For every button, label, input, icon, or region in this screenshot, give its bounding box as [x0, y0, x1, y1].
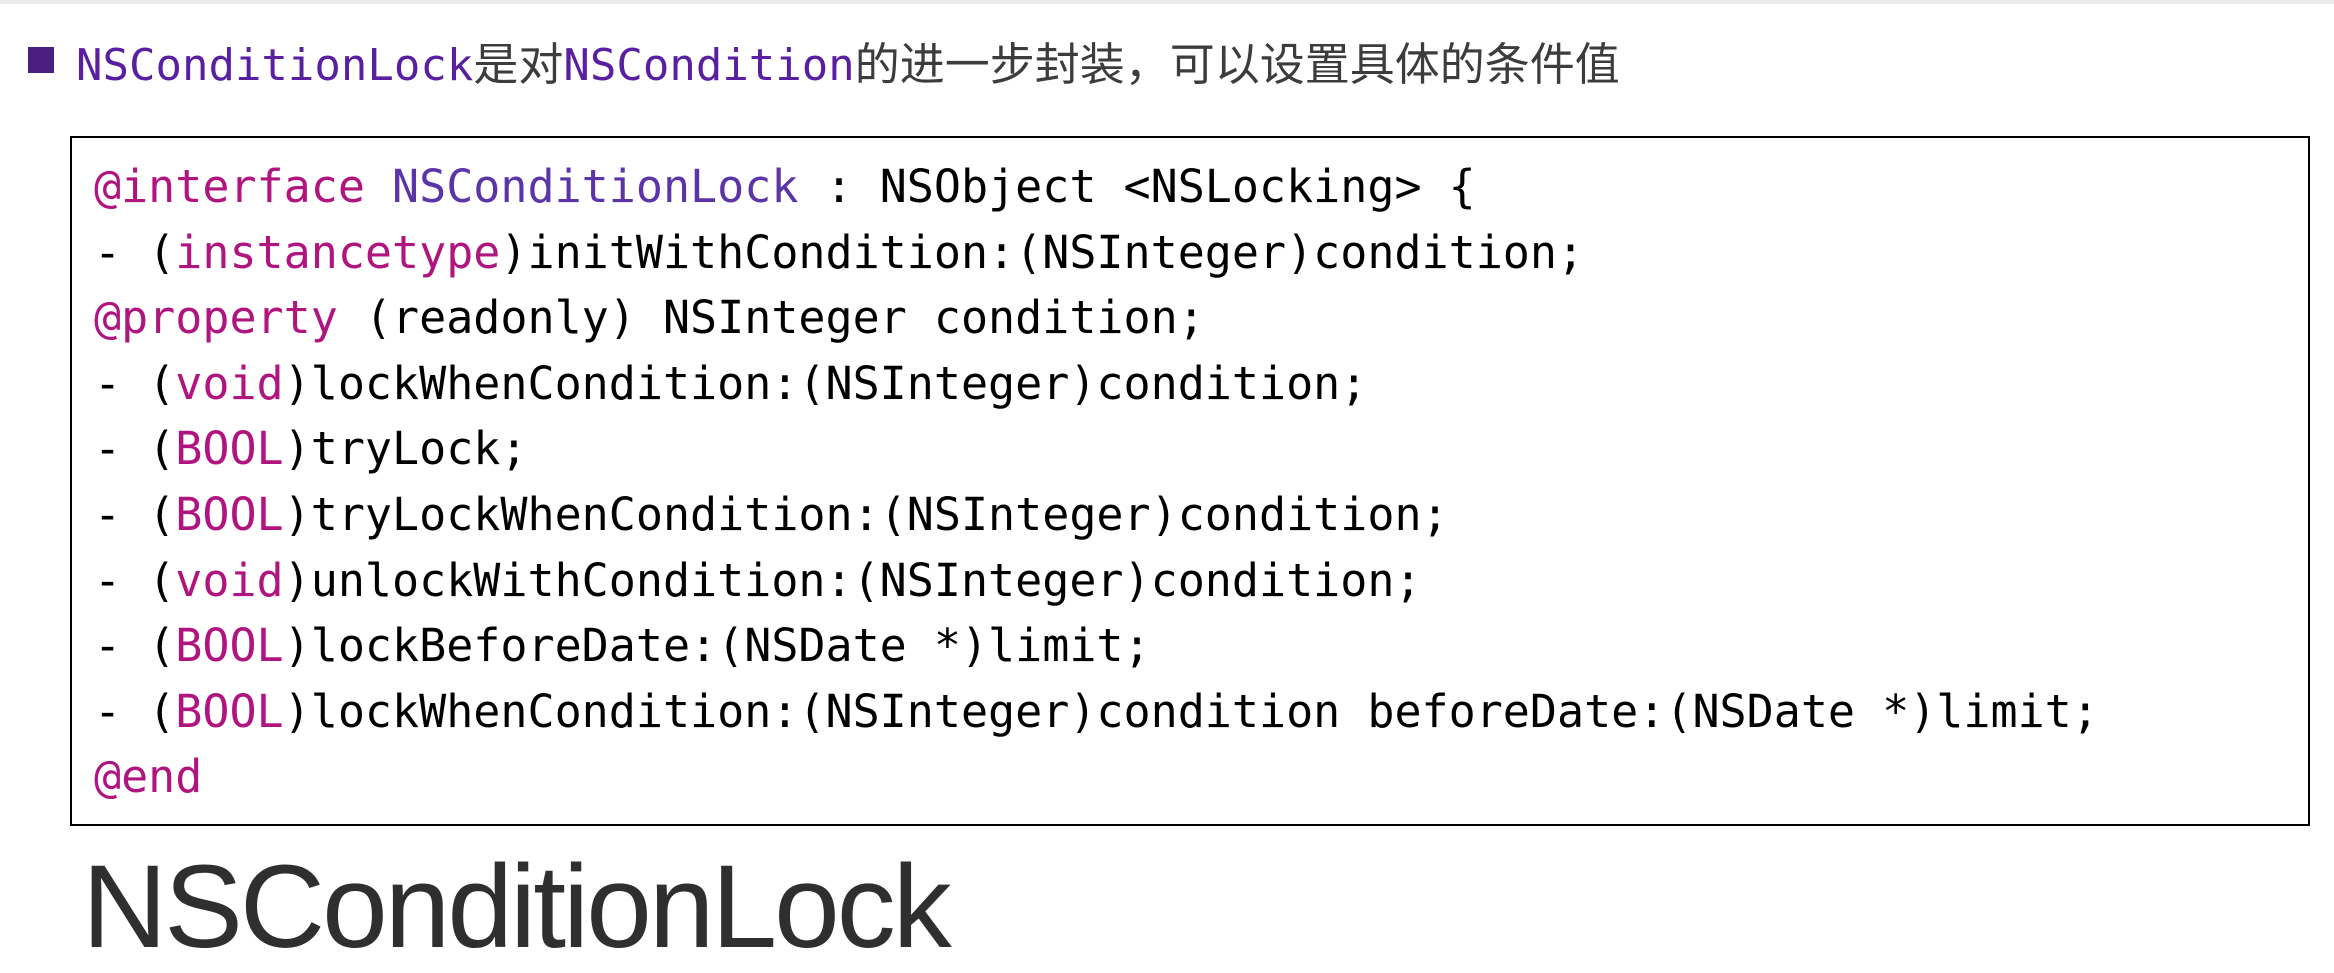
code-text: - ( — [94, 422, 176, 476]
bullet-text-segment: 的进一步封装，可以设置具体的条件值 — [854, 37, 1620, 91]
code-text: )tryLockWhenCondition:(NSInteger)conditi… — [283, 487, 1449, 541]
code-text: )unlockWithCondition:(NSInteger)conditio… — [283, 553, 1422, 607]
code-line: - (void)unlockWithCondition:(NSInteger)c… — [94, 548, 2099, 614]
bullet-term-nsconditionlock: NSConditionLock — [76, 39, 474, 91]
code-keyword: void — [175, 553, 284, 607]
code-keyword: instancetype — [175, 225, 501, 279]
code-listing: @interface NSConditionLock : NSObject <N… — [94, 154, 2099, 810]
bullet-text-segment: 是对 — [473, 37, 564, 91]
code-text: )lockBeforeDate:(NSDate *)limit; — [283, 619, 1151, 673]
code-text: (readonly) NSInteger condition; — [337, 291, 1205, 345]
code-line: @property (readonly) NSInteger condition… — [94, 285, 2099, 351]
code-text: )initWithCondition:(NSInteger)condition; — [500, 225, 1585, 279]
code-keyword: void — [175, 356, 284, 410]
code-line: - (BOOL)lockWhenCondition:(NSInteger)con… — [94, 679, 2099, 745]
code-text: )lockWhenCondition:(NSInteger)condition; — [283, 356, 1368, 410]
code-text: : NSObject <NSLocking> { — [798, 160, 1476, 213]
code-class-name: NSConditionLock — [392, 160, 799, 213]
code-text: )tryLock; — [283, 422, 528, 476]
code-line: @end — [94, 744, 2099, 810]
code-line: - (instancetype)initWithCondition:(NSInt… — [94, 220, 2099, 286]
bullet-point: NSConditionLock是对NSCondition的进一步封装，可以设置具… — [28, 28, 1620, 92]
code-text: - ( — [94, 487, 176, 541]
top-rule — [0, 0, 2334, 4]
code-text: - ( — [94, 619, 176, 673]
code-line: - (void)lockWhenCondition:(NSInteger)con… — [94, 351, 2099, 417]
code-text: - ( — [94, 356, 176, 410]
code-text: - ( — [94, 684, 176, 738]
page-title: NSConditionLock — [82, 841, 952, 973]
code-line: - (BOOL)lockBeforeDate:(NSDate *)limit; — [94, 613, 2099, 679]
code-keyword: BOOL — [175, 684, 284, 738]
code-text: - ( — [94, 225, 176, 279]
code-text: )lockWhenCondition:(NSInteger)condition … — [283, 684, 2099, 738]
code-line: - (BOOL)tryLock; — [94, 416, 2099, 482]
bullet-term-nscondition: NSCondition — [563, 39, 855, 91]
code-keyword: BOOL — [175, 422, 284, 476]
code-text: - ( — [94, 553, 176, 607]
code-keyword: BOOL — [175, 487, 284, 541]
bullet-text: NSConditionLock是对NSCondition的进一步封装，可以设置具… — [76, 28, 1620, 93]
code-keyword: @end — [94, 750, 203, 804]
code-keyword: @property — [94, 291, 338, 345]
square-bullet-icon — [28, 47, 54, 73]
code-line: - (BOOL)tryLockWhenCondition:(NSInteger)… — [94, 482, 2099, 548]
code-keyword: @interface — [94, 160, 365, 213]
code-line: @interface NSConditionLock : NSObject <N… — [94, 154, 2099, 220]
code-block: @interface NSConditionLock : NSObject <N… — [70, 136, 2310, 826]
code-keyword: BOOL — [175, 619, 284, 673]
